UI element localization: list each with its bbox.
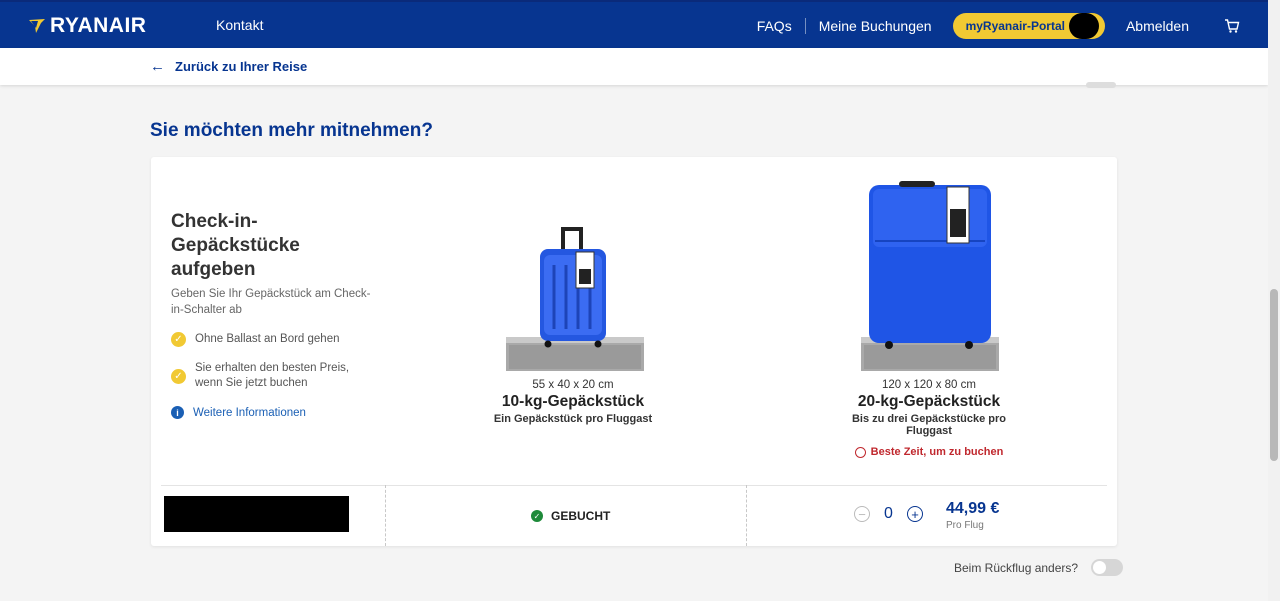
- return-flight-toggle[interactable]: [1091, 559, 1124, 576]
- hidden-toggle-edge: [1086, 82, 1116, 88]
- booked-label: GEBUCHT: [551, 509, 611, 523]
- row-divider: [161, 485, 1107, 486]
- card-description: Geben Sie Ihr Gepäckstück am Check-in-Sc…: [171, 288, 371, 316]
- nav-right-group: FAQs Meine Buchungen myRyanair-Portal Ab…: [744, 2, 1240, 50]
- sub-navigation-bar: ← Zurück zu Ihrer Reise: [0, 48, 1268, 85]
- bag-allowance: Ein Gepäckstück pro Fluggast: [493, 413, 653, 425]
- quantity-value: 0: [884, 505, 893, 522]
- arrow-left-icon: ←: [150, 58, 165, 75]
- bag-option-20kg: 120 x 120 x 80 cm 20-kg-Gepäckstück Bis …: [829, 379, 1029, 458]
- benefit-item: ✓ Sie erhalten den besten Preis, wenn Si…: [171, 361, 355, 391]
- best-time-note: Beste Zeit, um zu buchen: [829, 446, 1029, 458]
- checked-bag-card: Check-in-Gepäckstücke aufgeben Geben Sie…: [151, 157, 1117, 546]
- brand-name: RYANAIR: [50, 14, 147, 37]
- nav-my-bookings-link[interactable]: Meine Buchungen: [806, 18, 945, 34]
- check-icon: ✓: [171, 369, 186, 384]
- more-info-link[interactable]: i Weitere Informationen: [171, 406, 306, 419]
- my-ryanair-portal-button[interactable]: myRyanair-Portal: [952, 13, 1105, 39]
- quantity-stepper: − 0 +: [854, 505, 923, 523]
- checkmark-icon: ✓: [531, 510, 543, 522]
- info-icon: i: [171, 406, 184, 419]
- avatar: [1068, 13, 1099, 39]
- back-link-label: Zurück zu Ihrer Reise: [175, 59, 308, 74]
- logout-link[interactable]: Abmelden: [1113, 18, 1202, 34]
- booked-status: ✓ GEBUCHT: [531, 509, 610, 523]
- section-title: Sie möchten mehr mitnehmen?: [150, 120, 433, 141]
- column-divider: [385, 485, 386, 546]
- nav-faqs-link[interactable]: FAQs: [744, 18, 805, 34]
- top-navigation-bar: RYANAIR Kontakt FAQs Meine Buchungen myR…: [0, 0, 1268, 48]
- best-time-label: Beste Zeit, um zu buchen: [870, 446, 1004, 458]
- cart-icon[interactable]: [1224, 18, 1240, 34]
- column-divider: [746, 485, 747, 546]
- suitcase-10kg-image: [506, 227, 644, 371]
- return-flight-label: Beim Rückflug anders?: [954, 560, 1079, 575]
- price-value: 44,99 €: [946, 500, 1000, 517]
- back-to-trip-link[interactable]: ← Zurück zu Ihrer Reise: [150, 58, 307, 75]
- benefit-text: Sie erhalten den besten Preis, wenn Sie …: [195, 362, 350, 389]
- price-unit: Pro Flug: [946, 520, 984, 531]
- suitcase-20kg-image: [861, 181, 999, 371]
- bag-name: 10-kg-Gepäckstück: [501, 393, 645, 410]
- bag-dimensions: 55 x 40 x 20 cm: [532, 379, 614, 391]
- check-icon: ✓: [171, 332, 186, 347]
- bag-allowance: Bis zu drei Gepäckstücke pro Fluggast: [851, 413, 1007, 437]
- bag-option-10kg: 55 x 40 x 20 cm 10-kg-Gepäckstück Ein Ge…: [473, 379, 673, 425]
- clock-icon: [854, 446, 866, 458]
- price-block: 44,99 € Pro Flug: [946, 500, 999, 531]
- bag-dimensions: 120 x 120 x 80 cm: [882, 379, 976, 391]
- benefit-text: Ohne Ballast an Bord gehen: [195, 333, 340, 345]
- scrollbar-thumb[interactable]: [1270, 289, 1278, 461]
- portal-label: myRyanair-Portal: [965, 19, 1065, 33]
- harp-icon: [29, 19, 45, 33]
- decrease-button[interactable]: −: [854, 506, 870, 522]
- passenger-name-redacted: [164, 496, 349, 532]
- more-info-label: Weitere Informationen: [193, 406, 306, 419]
- increase-button[interactable]: +: [907, 506, 923, 522]
- card-title: Check-in-Gepäckstücke aufgeben: [171, 211, 300, 280]
- toggle-knob: [1093, 561, 1107, 574]
- ryanair-logo[interactable]: RYANAIR: [28, 14, 146, 38]
- bag-name: 20-kg-Gepäckstück: [857, 393, 1001, 410]
- nav-contact-link[interactable]: Kontakt: [216, 17, 263, 33]
- benefit-item: ✓ Ohne Ballast an Bord gehen: [171, 332, 355, 347]
- return-flight-toggle-row: Beim Rückflug anders?: [954, 559, 1124, 576]
